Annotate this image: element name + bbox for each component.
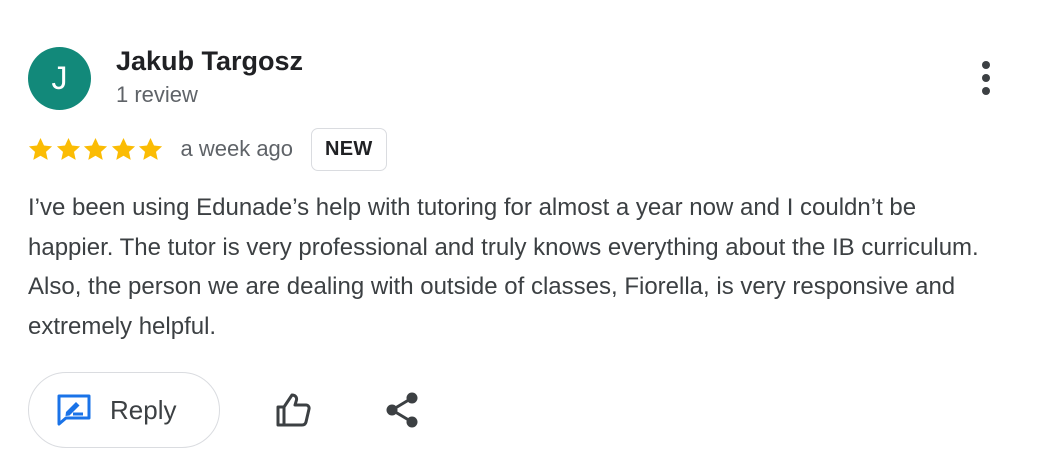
rating-row: a week ago NEW — [27, 127, 387, 171]
star-icon — [83, 137, 108, 160]
reply-edit-icon — [57, 394, 91, 426]
star-icon — [111, 137, 135, 160]
share-icon — [386, 392, 418, 428]
author-name[interactable]: Jakub Targosz — [116, 46, 303, 77]
new-badge: NEW — [311, 127, 387, 171]
star-rating — [27, 136, 165, 163]
author-review-count: 1 review — [116, 82, 198, 107]
star-icon — [56, 137, 80, 160]
more-vertical-icon — [982, 61, 990, 95]
like-button[interactable] — [265, 382, 321, 438]
reply-label: Reply — [110, 394, 177, 425]
review-actions: Reply — [28, 372, 430, 448]
review-card: J Jakub Targosz 1 review a week ago NEW … — [0, 0, 1038, 472]
more-options-button[interactable] — [966, 56, 1006, 100]
review-date: a week ago — [180, 136, 294, 161]
star-icon — [138, 137, 163, 160]
review-text: I’ve been using Edunade’s help with tuto… — [28, 194, 979, 340]
avatar[interactable]: J — [28, 47, 91, 110]
share-button[interactable] — [374, 382, 430, 438]
star-icon — [28, 137, 53, 160]
reply-button[interactable]: Reply — [28, 372, 220, 448]
avatar-initial: J — [51, 60, 68, 96]
thumbs-up-icon — [276, 393, 311, 427]
